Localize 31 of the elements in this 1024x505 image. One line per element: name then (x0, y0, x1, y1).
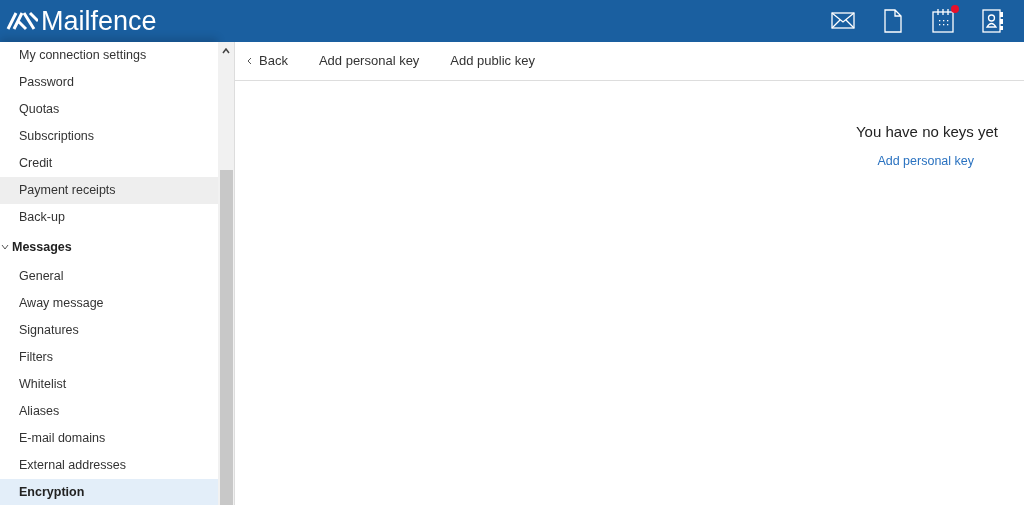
sidebar-item[interactable]: External addresses (0, 452, 218, 479)
sidebar-item[interactable]: Back-up (0, 204, 218, 231)
scroll-up-icon[interactable] (222, 48, 230, 54)
sidebar-item[interactable]: Payment receipts (0, 177, 218, 204)
toolbar-link[interactable]: Add public key (450, 51, 535, 71)
sidebar-item[interactable]: My connection settings (0, 42, 218, 69)
sidebar-item[interactable]: Encryption (0, 479, 218, 505)
sidebar-item[interactable]: General (0, 263, 218, 290)
calendar-icon[interactable] (930, 8, 956, 34)
logo-icon (6, 9, 38, 33)
sidebar-item[interactable]: Password (0, 69, 218, 96)
sidebar-item[interactable]: Whitelist (0, 371, 218, 398)
chevron-left-icon (247, 57, 252, 65)
empty-message: You have no keys yet (855, 122, 998, 142)
chevron-down-icon (1, 244, 9, 250)
sidebar-item[interactable]: E-mail domains (0, 425, 218, 452)
add-personal-key-link[interactable]: Add personal key (877, 151, 974, 171)
sidebar-item[interactable]: Credit (0, 150, 218, 177)
sidebar-item[interactable]: Signatures (0, 317, 218, 344)
scroll-thumb[interactable] (220, 170, 233, 505)
toolbar-link[interactable]: Add personal key (318, 51, 420, 71)
sidebar-item[interactable]: Quotas (0, 96, 218, 123)
sidebar-group[interactable]: Messages (0, 231, 218, 263)
scrollbar[interactable] (218, 42, 235, 505)
logo-text: Mailfence (41, 7, 157, 35)
sidebar-item[interactable]: Subscriptions (0, 123, 218, 150)
back-link[interactable]: Back (247, 51, 288, 71)
sidebar-item[interactable]: Aliases (0, 398, 218, 425)
contacts-icon[interactable] (980, 8, 1006, 34)
sidebar-item[interactable]: Away message (0, 290, 218, 317)
sidebar-item[interactable]: Filters (0, 344, 218, 371)
